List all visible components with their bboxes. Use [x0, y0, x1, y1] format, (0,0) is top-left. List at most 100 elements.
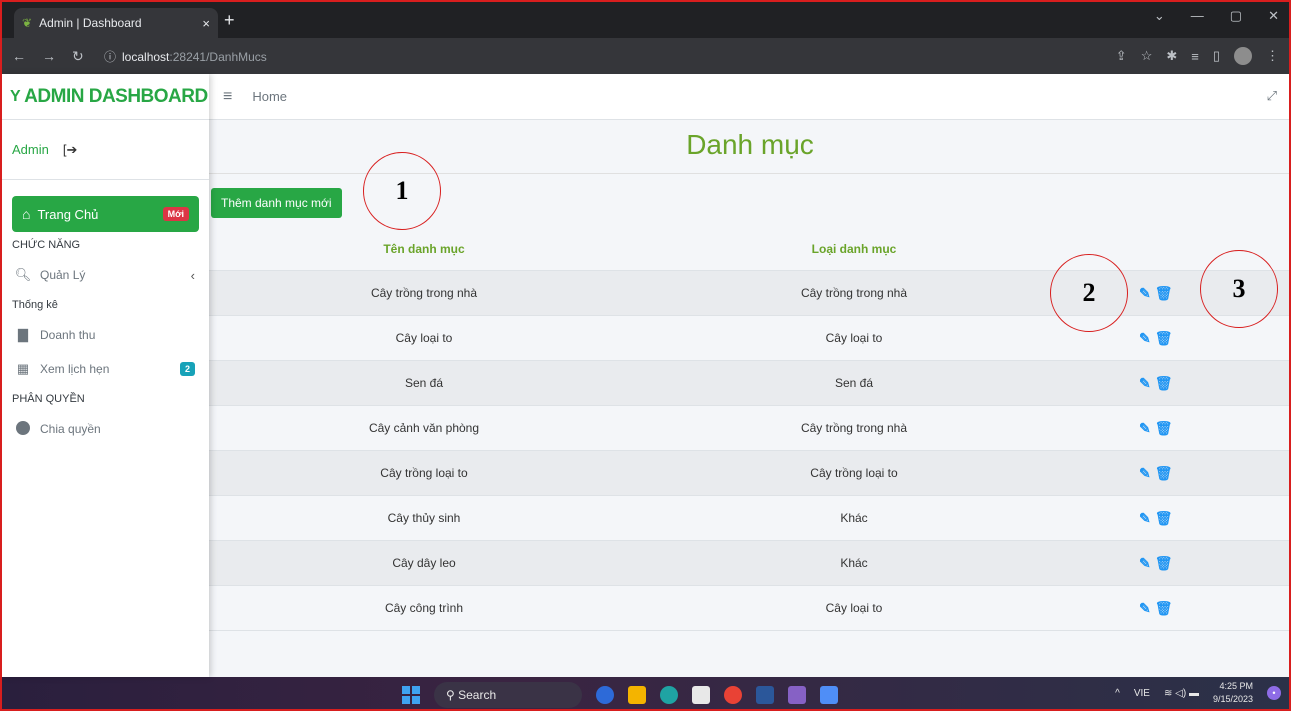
calendar-icon: ▦	[16, 361, 30, 376]
visual-studio-icon[interactable]	[788, 686, 806, 704]
cell-name: Cây trồng loại to	[380, 466, 468, 480]
windows-start-icon[interactable]	[402, 686, 420, 704]
edit-icon[interactable]: ✎	[1139, 555, 1151, 572]
home-icon: ⌂	[22, 206, 31, 222]
annotation-circle-3: 3	[1200, 250, 1278, 328]
forward-icon[interactable]: →	[42, 48, 56, 65]
url-host: localhost	[122, 49, 170, 64]
edit-icon[interactable]: ✎	[1139, 510, 1151, 527]
share-icon[interactable]: ⇪	[1116, 48, 1127, 64]
notepad-app-icon[interactable]	[820, 686, 838, 704]
back-icon[interactable]: ←	[12, 48, 26, 65]
browser-tab[interactable]: ❦ Admin | Dashboard ×	[14, 8, 218, 38]
chrome-app-icon[interactable]	[724, 686, 742, 704]
file-icon: ▇	[18, 327, 28, 342]
taskbar-search[interactable]: ⚲ Search	[434, 682, 582, 708]
table-row: Cây cảnh văn phòng Cây trồng trong nhà ✎…	[209, 406, 1289, 451]
cell-type: Sen đá	[834, 376, 874, 390]
window-controls: ⌄ — ▢ ✕	[1154, 8, 1279, 24]
edit-icon[interactable]: ✎	[1139, 600, 1151, 617]
reload-icon[interactable]: ↻	[72, 48, 84, 65]
screenshot-frame: ❦ Admin | Dashboard × + ⌄ — ▢ ✕ ← → ↻ ⓘ l…	[0, 0, 1291, 711]
search-icon: ⚲	[446, 688, 459, 702]
close-window-icon[interactable]: ✕	[1268, 8, 1279, 24]
sidebar-item-revenue[interactable]: ▇ Doanh thu	[2, 318, 209, 352]
chevron-up-icon[interactable]: ^	[1115, 688, 1120, 699]
trash-icon[interactable]: 🗑︎	[1155, 420, 1173, 437]
reading-list-icon[interactable]: ≡	[1191, 49, 1199, 64]
sidebar-item-manage[interactable]: 🔍︎ Quản Lý ‹	[2, 258, 209, 292]
trash-icon[interactable]: 🗑︎	[1155, 285, 1173, 302]
minimize-icon[interactable]: —	[1191, 8, 1204, 24]
side-panel-icon[interactable]: ▯	[1213, 48, 1220, 64]
fullscreen-icon[interactable]: ⤢	[1267, 88, 1277, 104]
appointments-count-badge: 2	[179, 362, 195, 376]
chevron-left-icon: ‹	[190, 267, 195, 283]
url-path: :28241/DanhMucs	[169, 49, 267, 64]
notification-icon[interactable]: •	[1267, 686, 1281, 700]
word-app-icon[interactable]	[756, 686, 774, 704]
trash-icon[interactable]: 🗑︎	[1155, 510, 1173, 527]
edge-browser-icon[interactable]	[660, 686, 678, 704]
table-row: Cây thủy sinh Khác ✎ 🗑︎	[209, 496, 1289, 541]
menu-toggle-icon[interactable]: ≡	[223, 88, 232, 106]
site-info-icon[interactable]: ⓘ	[104, 50, 116, 64]
sidebar-item-label: Trang Chủ	[37, 206, 99, 222]
extensions-icon[interactable]: ✱	[1166, 48, 1177, 64]
table-row: Cây loại to Cây loại to ✎ 🗑︎	[209, 316, 1289, 361]
taskbar-search-label: Search	[458, 688, 497, 702]
sidebar-item-home[interactable]: ⌂ Trang Chủ Mới	[12, 196, 199, 232]
sidebar-item-permissions[interactable]: Chia quyền	[2, 412, 209, 446]
tab-close-icon[interactable]: ×	[202, 16, 210, 31]
cell-name: Cây trồng trong nhà	[370, 286, 478, 300]
cell-name: Sen đá	[404, 376, 444, 390]
tab-title: Admin | Dashboard	[39, 16, 142, 30]
taskbar-clock[interactable]: 4:25 PM 9/15/2023	[1213, 680, 1253, 706]
cell-name: Cây loại to	[395, 331, 453, 345]
cell-name: Cây cảnh văn phòng	[368, 421, 480, 435]
url-field[interactable]: ⓘ localhost:28241/DanhMucs	[104, 48, 1116, 65]
browser-toolbar: ⇪ ☆ ✱ ≡ ▯ ⋮	[1116, 47, 1279, 65]
trash-icon[interactable]: 🗑︎	[1155, 600, 1173, 617]
edit-icon[interactable]: ✎	[1139, 420, 1151, 437]
sidebar-item-appointments[interactable]: ▦ Xem lịch hẹn 2	[2, 352, 209, 386]
cell-type: Cây trồng trong nhà	[800, 421, 908, 435]
file-explorer-icon[interactable]	[628, 686, 646, 704]
column-header-name: Tên danh mục	[383, 241, 465, 256]
profile-avatar[interactable]	[1234, 47, 1252, 65]
trash-icon[interactable]: 🗑︎	[1155, 555, 1173, 572]
bing-app-icon[interactable]	[596, 686, 614, 704]
system-tray: ^ VIE ≋ ◁) ▬ 4:25 PM 9/15/2023 •	[1115, 680, 1281, 706]
table-row: Cây trồng trong nhà Cây trồng trong nhà …	[209, 271, 1289, 316]
edit-icon[interactable]: ✎	[1139, 330, 1151, 347]
maximize-icon[interactable]: ▢	[1230, 8, 1242, 24]
edit-icon[interactable]: ✎	[1139, 285, 1151, 302]
sprout-icon: Y	[10, 87, 21, 105]
network-volume-battery-icon[interactable]: ≋ ◁) ▬	[1164, 688, 1199, 699]
bookmark-star-icon[interactable]: ☆	[1141, 48, 1153, 64]
section-header: CHỨC NĂNG	[12, 239, 81, 251]
logout-icon[interactable]: [➔	[63, 142, 78, 158]
brand-logo[interactable]: Y ADMIN DASHBOARD	[2, 74, 209, 120]
cell-name: Cây công trình	[384, 601, 464, 615]
add-category-button[interactable]: Thêm danh mục mới	[211, 188, 342, 218]
tab-search-icon[interactable]: ⌄	[1154, 8, 1165, 24]
trash-icon[interactable]: 🗑︎	[1155, 465, 1173, 482]
trash-icon[interactable]: 🗑︎	[1155, 330, 1173, 347]
trash-icon[interactable]: 🗑︎	[1155, 375, 1173, 392]
new-tab-button[interactable]: +	[224, 8, 235, 32]
favicon-icon: ❦	[22, 16, 33, 30]
windows-taskbar: ⚲ Search ^ VIE ≋ ◁) ▬ 4:25 PM 9/15/2023 …	[2, 677, 1289, 709]
annotation-circle-1: 1	[363, 152, 441, 230]
edit-icon[interactable]: ✎	[1139, 465, 1151, 482]
sidebar: Y ADMIN DASHBOARD Admin [➔ ⌂ Trang Chủ M…	[2, 74, 209, 677]
store-app-icon[interactable]	[692, 686, 710, 704]
edit-icon[interactable]: ✎	[1139, 375, 1151, 392]
section-header: Thống kê	[12, 299, 58, 311]
table-row: Cây công trình Cây loại to ✎ 🗑︎	[209, 586, 1289, 631]
input-language[interactable]: VIE	[1134, 688, 1150, 699]
browser-menu-icon[interactable]: ⋮	[1266, 48, 1279, 64]
sidebar-item-label: Doanh thu	[40, 328, 96, 342]
user-name[interactable]: Admin	[12, 142, 49, 157]
breadcrumb-home[interactable]: Home	[252, 89, 287, 104]
